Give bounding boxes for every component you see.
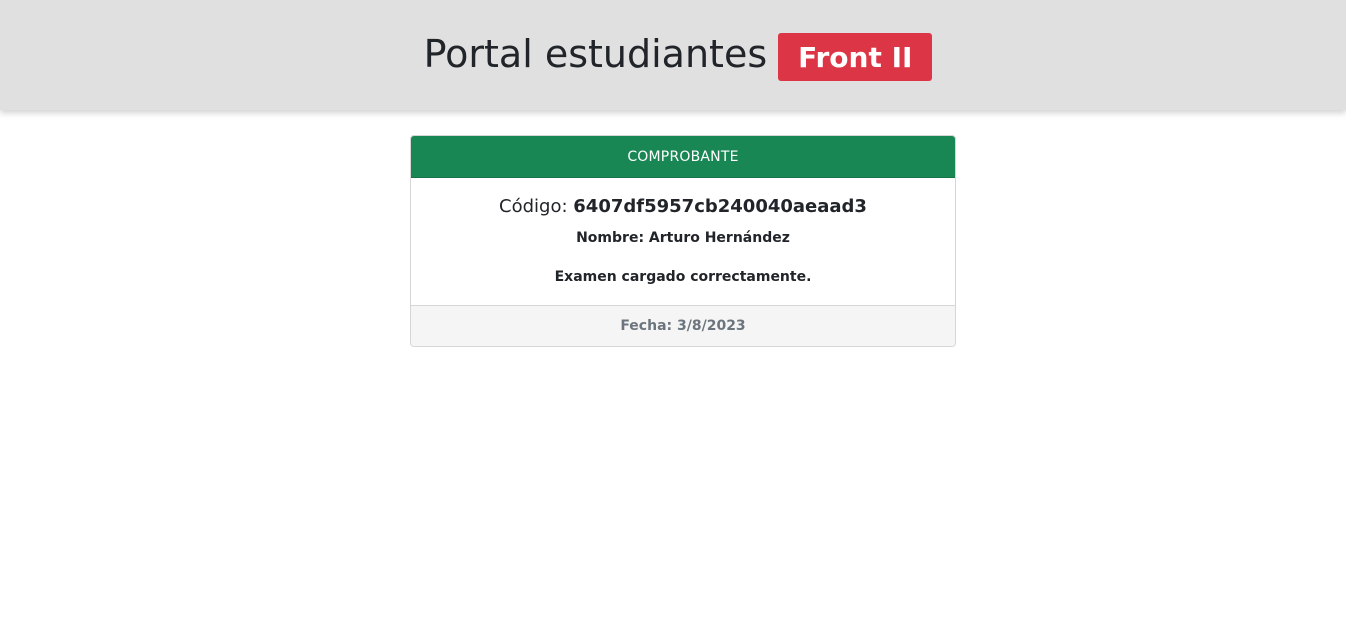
- brand: Portal estudiantes Front II: [424, 29, 933, 81]
- receipt-name-label: Nombre:: [576, 230, 645, 246]
- receipt-date-value: 3/8/2023: [677, 318, 746, 334]
- receipt-date-label: Fecha:: [620, 318, 673, 334]
- receipt-card: COMPROBANTE Código: 6407df5957cb240040ae…: [410, 135, 956, 347]
- receipt-name: Nombre: Arturo Hernández: [421, 228, 945, 248]
- receipt-card-footer: Fecha: 3/8/2023: [411, 305, 955, 346]
- top-navbar: Portal estudiantes Front II: [0, 0, 1346, 110]
- receipt-code-value: 6407df5957cb240040aeaad3: [573, 196, 867, 217]
- receipt-code-label: Código:: [499, 196, 568, 217]
- receipt-name-value: Arturo Hernández: [648, 230, 790, 246]
- page-title: Portal estudiantes: [423, 32, 768, 76]
- receipt-card-header: COMPROBANTE: [411, 136, 955, 177]
- receipt-card-body: Código: 6407df5957cb240040aeaad3 Nombre:…: [411, 177, 955, 305]
- receipt-code: Código: 6407df5957cb240040aeaad3: [421, 196, 945, 218]
- receipt-success-message: Examen cargado correctamente.: [554, 269, 812, 285]
- course-badge: Front II: [778, 33, 933, 81]
